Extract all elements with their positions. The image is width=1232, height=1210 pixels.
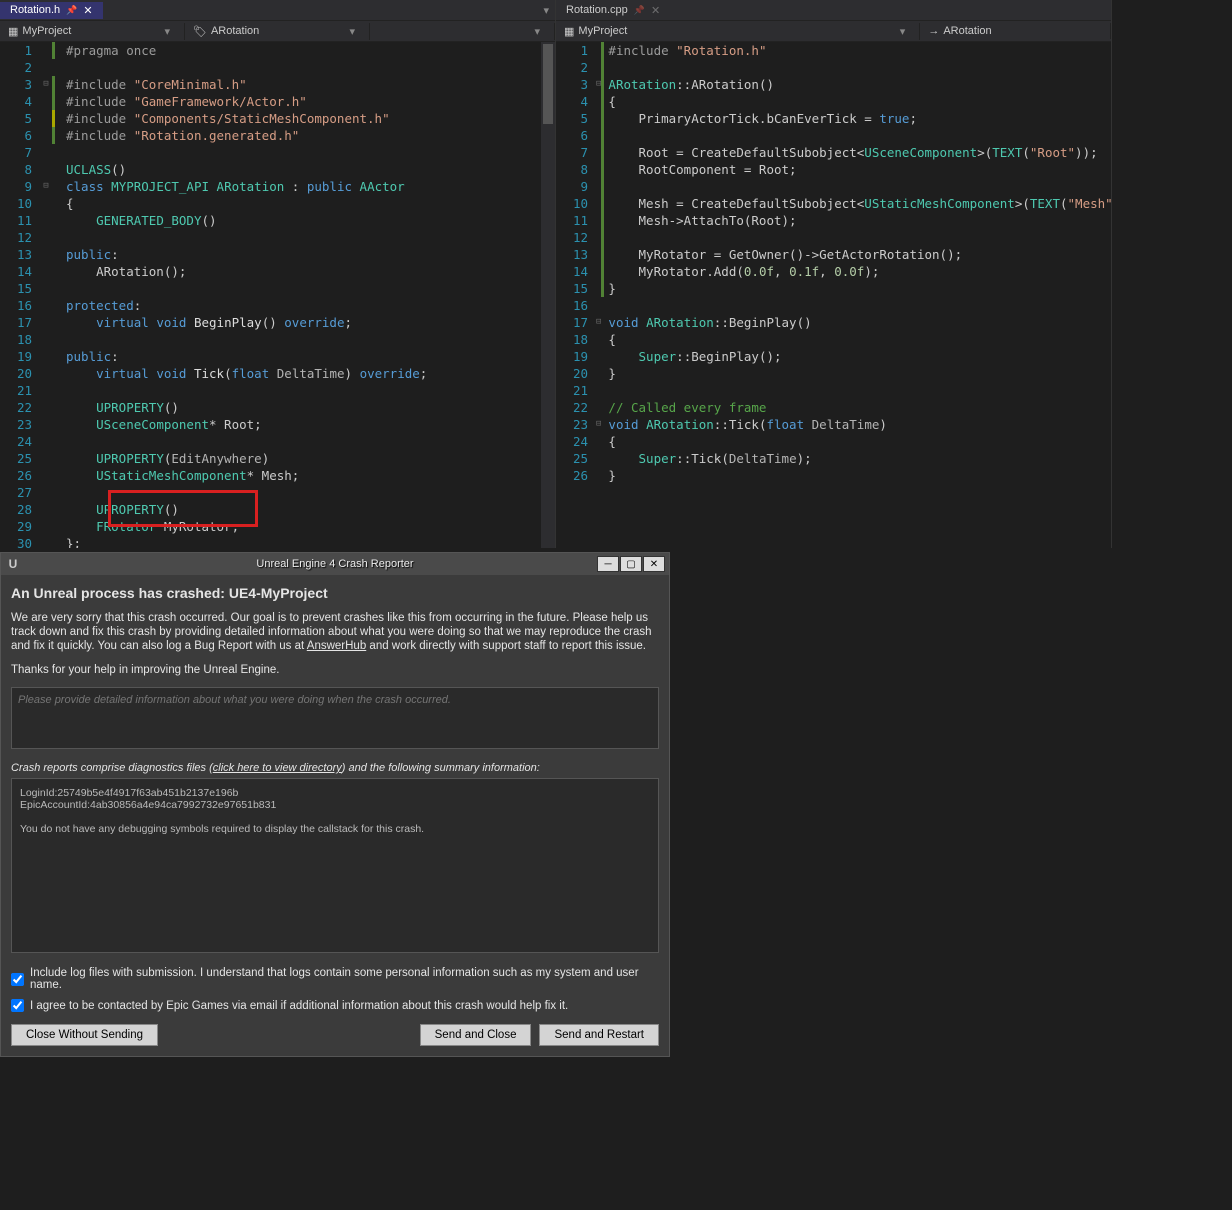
pin-icon[interactable]: 📌: [66, 5, 77, 16]
crash-description-input[interactable]: [11, 687, 659, 749]
window-title: Unreal Engine 4 Crash Reporter: [256, 558, 413, 570]
left-pane: Rotation.h 📌 ✕ ▾ ▦ MyProject ▾ 🏷 ARotati…: [0, 0, 556, 548]
dropdown-icon[interactable]: ▾: [543, 4, 555, 17]
code-editor-left[interactable]: 1234567891011121314151617181920212223242…: [0, 42, 555, 548]
project-icon: ▦: [8, 25, 18, 38]
scrollbar-thumb[interactable]: [543, 44, 553, 124]
close-button[interactable]: ✕: [643, 556, 665, 572]
minimize-button[interactable]: ─: [597, 556, 619, 572]
login-id: LoginId:25749b5e4f4917f63ab451b2137e196b: [20, 787, 650, 799]
nav-project[interactable]: ▦ MyProject ▾: [556, 23, 920, 40]
tab-rotation-h[interactable]: Rotation.h 📌 ✕: [0, 2, 103, 19]
nav-project-label: MyProject: [578, 25, 627, 37]
view-directory-link[interactable]: click here to view directory: [213, 762, 342, 774]
diagnostics-label: Crash reports comprise diagnostics files…: [11, 762, 659, 774]
tab-label: Rotation.h: [10, 4, 60, 16]
project-icon: ▦: [564, 25, 574, 38]
answerhub-link[interactable]: AnswerHub: [307, 640, 366, 652]
nav-member-label: ARotation: [943, 25, 991, 37]
nav-member[interactable]: ▾: [370, 23, 555, 40]
include-logs-checkbox[interactable]: [11, 973, 24, 986]
code-content[interactable]: #pragma once#include "CoreMinimal.h"#inc…: [62, 42, 555, 548]
arrow-icon: →: [928, 25, 939, 37]
tab-bar-right[interactable]: Rotation.cpp 📌 ✕: [556, 0, 1111, 20]
change-marker-column: [52, 42, 62, 548]
chevron-down-icon[interactable]: ▾: [164, 25, 176, 38]
send-and-close-button[interactable]: Send and Close: [420, 1024, 532, 1046]
vertical-scrollbar[interactable]: [541, 42, 555, 548]
nav-project[interactable]: ▦ MyProject ▾: [0, 23, 185, 40]
button-row: Close Without Sending Send and Close Sen…: [11, 1024, 659, 1046]
diagnostics-output[interactable]: LoginId:25749b5e4f4917f63ab451b2137e196b…: [11, 778, 659, 953]
nav-project-label: MyProject: [22, 25, 71, 37]
chevron-down-icon[interactable]: ▾: [349, 25, 361, 38]
nav-member[interactable]: → ARotation: [920, 23, 1111, 39]
diag-b: ) and the following summary information:: [342, 762, 540, 774]
send-and-restart-button[interactable]: Send and Restart: [539, 1024, 659, 1046]
contact-checkbox[interactable]: [11, 999, 24, 1012]
maximize-button[interactable]: ▢: [620, 556, 642, 572]
diag-a: Crash reports comprise diagnostics files…: [11, 762, 213, 774]
contact-checkbox-row[interactable]: I agree to be contacted by Epic Games vi…: [11, 999, 659, 1012]
line-gutter: 1234567891011121314151617181920212223242…: [556, 42, 596, 548]
tab-rotation-cpp[interactable]: Rotation.cpp 📌 ✕: [556, 2, 670, 19]
window-controls: ─ ▢ ✕: [596, 556, 665, 572]
nav-class-label: ARotation: [211, 25, 259, 37]
line-gutter: 1234567891011121314151617181920212223242…: [0, 42, 40, 548]
contact-label: I agree to be contacted by Epic Games vi…: [30, 1000, 568, 1012]
close-icon[interactable]: ✕: [651, 4, 660, 17]
nav-bar-left: ▦ MyProject ▾ 🏷 ARotation ▾ ▾: [0, 20, 555, 42]
nav-bar-right: ▦ MyProject ▾ → ARotation: [556, 20, 1111, 42]
include-logs-checkbox-row[interactable]: Include log files with submission. I und…: [11, 967, 659, 991]
pin-icon[interactable]: 📌: [634, 5, 645, 16]
crash-body: An Unreal process has crashed: UE4-MyPro…: [1, 575, 669, 1056]
crash-p1b: and work directly with support staff to …: [366, 640, 646, 652]
close-icon[interactable]: ✕: [83, 4, 92, 17]
code-content[interactable]: #include "Rotation.h"ARotation::ARotatio…: [604, 42, 1111, 548]
unreal-logo-icon: U: [5, 556, 21, 572]
close-without-sending-button[interactable]: Close Without Sending: [11, 1024, 158, 1046]
crash-paragraph-1: We are very sorry that this crash occurr…: [11, 611, 659, 653]
fold-column[interactable]: ⊟⊟: [40, 42, 52, 548]
right-pane: Rotation.cpp 📌 ✕ ▦ MyProject ▾ → ARotati…: [556, 0, 1112, 548]
code-editor-right[interactable]: 1234567891011121314151617181920212223242…: [556, 42, 1111, 548]
class-icon: 🏷: [193, 25, 207, 38]
title-bar[interactable]: U Unreal Engine 4 Crash Reporter ─ ▢ ✕: [1, 553, 669, 575]
crash-paragraph-2: Thanks for your help in improving the Un…: [11, 663, 659, 677]
chevron-down-icon[interactable]: ▾: [900, 25, 912, 38]
ide-split-view: Rotation.h 📌 ✕ ▾ ▦ MyProject ▾ 🏷 ARotati…: [0, 0, 1112, 548]
callstack-message: You do not have any debugging symbols re…: [20, 823, 650, 835]
crash-reporter-window: U Unreal Engine 4 Crash Reporter ─ ▢ ✕ A…: [0, 552, 670, 1057]
epic-account-id: EpicAccountId:4ab30856a4e94ca7992732e976…: [20, 799, 650, 811]
include-logs-label: Include log files with submission. I und…: [30, 967, 659, 991]
nav-class[interactable]: 🏷 ARotation ▾: [185, 23, 370, 40]
tab-label: Rotation.cpp: [566, 4, 628, 16]
chevron-down-icon[interactable]: ▾: [534, 25, 546, 38]
tab-bar-left[interactable]: Rotation.h 📌 ✕ ▾: [0, 0, 555, 20]
crash-heading: An Unreal process has crashed: UE4-MyPro…: [11, 585, 659, 601]
